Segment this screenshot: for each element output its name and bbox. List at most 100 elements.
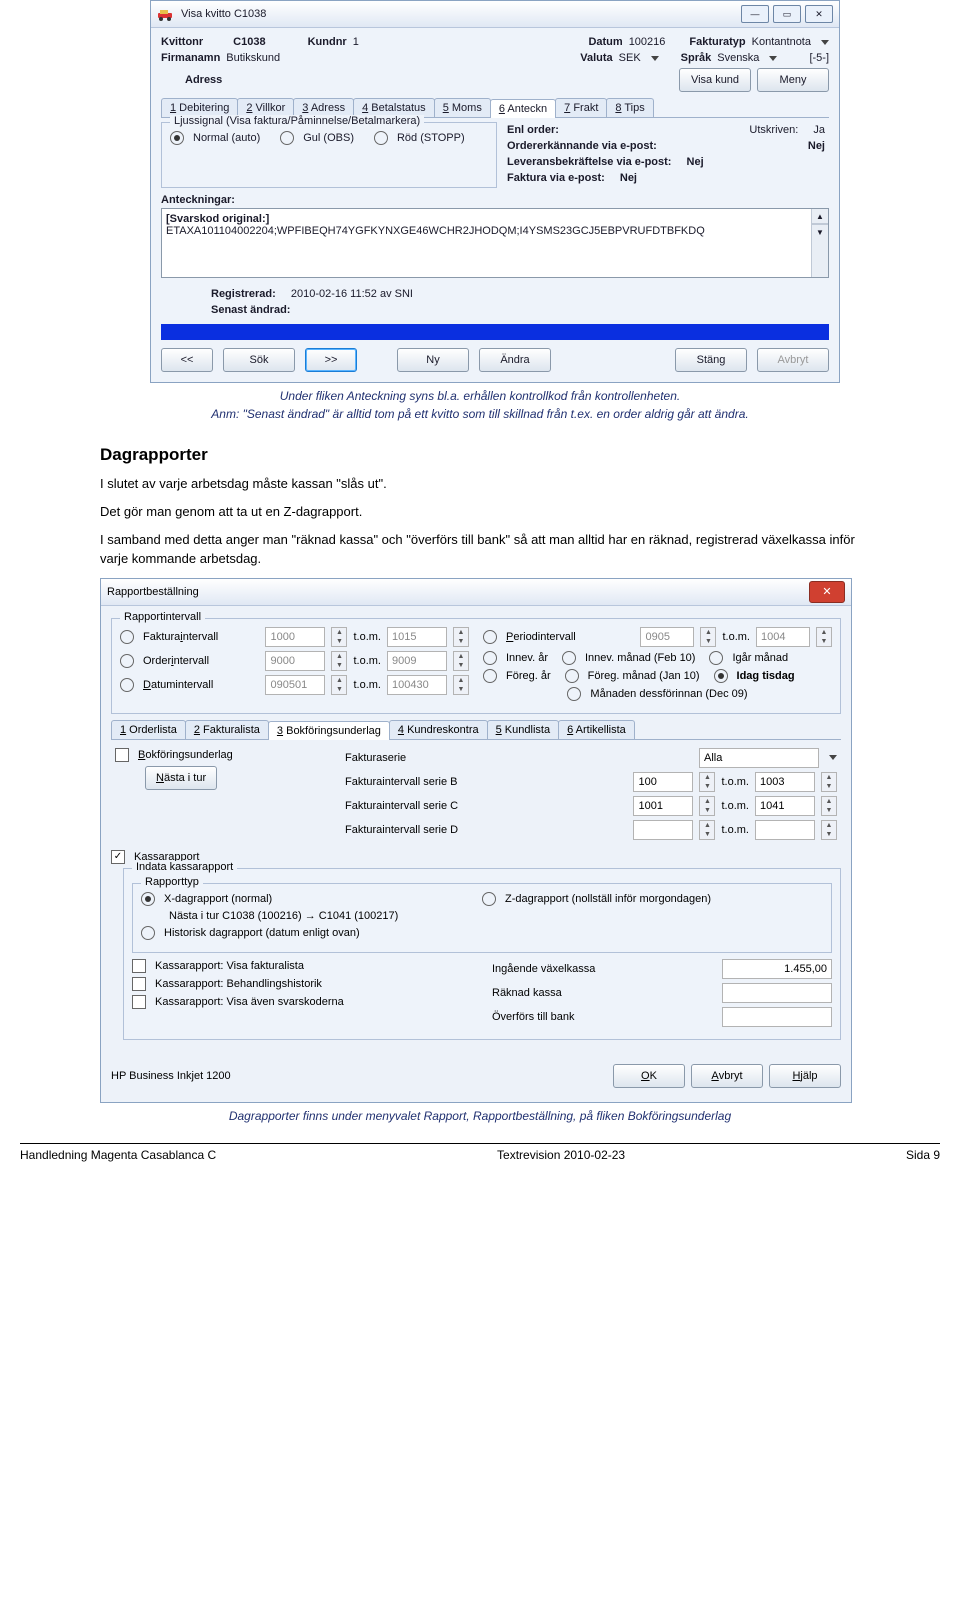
caption-1: Under fliken Anteckning syns bl.a. erhål… [80, 389, 880, 403]
stang-button[interactable]: Stäng [675, 348, 747, 372]
manad-dessforinnan-radio[interactable] [567, 687, 581, 701]
sprak-dropdown-icon[interactable] [769, 56, 777, 61]
spinner[interactable]: ▲▼ [331, 651, 347, 671]
valuta-dropdown-icon[interactable] [651, 56, 659, 61]
tab-moms[interactable]: 5 Moms [434, 98, 491, 117]
di-to[interactable]: 100430 [387, 675, 447, 695]
serie-c-to[interactable]: 1041 [755, 796, 815, 816]
foreg-manad-radio[interactable] [565, 669, 579, 683]
kundnr-value: 1 [353, 36, 359, 48]
historisk-radio[interactable] [141, 926, 155, 940]
ljus-radio-0[interactable] [170, 131, 184, 145]
pi-from[interactable]: 0905 [640, 627, 694, 647]
ljus-radio-1[interactable] [280, 131, 294, 145]
report-titlebar[interactable]: Rapportbeställning ✕ [101, 579, 851, 606]
sprak-label: Språk [681, 52, 712, 64]
report-tab-0[interactable]: 1 Orderlista [111, 720, 186, 739]
report-tab-5[interactable]: 6 Artikellista [558, 720, 635, 739]
hjalp-button[interactable]: Hjälp [769, 1064, 841, 1088]
behandlingshistorik-checkbox[interactable] [132, 977, 146, 991]
spinner[interactable]: ▲▼ [699, 772, 715, 792]
maximize-button[interactable]: ▭ [773, 5, 801, 23]
spinner[interactable]: ▲▼ [453, 627, 469, 647]
innev-ar-radio[interactable] [483, 651, 497, 665]
oi-to[interactable]: 9009 [387, 651, 447, 671]
next-button[interactable]: >> [305, 348, 357, 372]
utskriven-label: Utskriven: [749, 124, 798, 136]
raknad-kassa-value[interactable] [722, 983, 832, 1003]
report-tab-1[interactable]: 2 Fakturalista [185, 720, 269, 739]
di-from[interactable]: 090501 [265, 675, 325, 695]
spinner[interactable]: ▲▼ [453, 651, 469, 671]
serie-c-from[interactable]: 1001 [633, 796, 693, 816]
fi-to[interactable]: 1015 [387, 627, 447, 647]
visa-fakturalista-checkbox[interactable] [132, 959, 146, 973]
spinner[interactable]: ▲▼ [699, 796, 715, 816]
fakturatyp-dropdown-icon[interactable] [821, 40, 829, 45]
scroll-down-icon[interactable]: ▼ [812, 224, 828, 239]
spinner[interactable]: ▲▼ [699, 820, 715, 840]
paragraph-3: I samband med detta anger man "räknad ka… [100, 531, 860, 567]
scrollbar[interactable]: ▲▼ [811, 209, 828, 277]
serie-d-from[interactable] [633, 820, 693, 840]
ny-button[interactable]: Ny [397, 348, 469, 372]
serie-b-from[interactable]: 100 [633, 772, 693, 792]
spinner[interactable]: ▲▼ [816, 627, 832, 647]
spinner[interactable]: ▲▼ [331, 675, 347, 695]
spinner[interactable]: ▲▼ [821, 772, 837, 792]
serie-d-to[interactable] [755, 820, 815, 840]
spinner[interactable]: ▲▼ [821, 820, 837, 840]
visa-svarskoder-checkbox[interactable] [132, 995, 146, 1009]
fakturaintervall-radio[interactable] [120, 630, 134, 644]
z-dagrapport-radio[interactable] [482, 892, 496, 906]
enl-order-label: Enl order: [507, 124, 559, 136]
utskriven-value: Ja [813, 124, 825, 136]
report-tab-4[interactable]: 5 Kundlista [487, 720, 559, 739]
ok-button[interactable]: OK [613, 1064, 685, 1088]
foreg-ar-label: Föreg. år [506, 670, 551, 682]
serie-b-to[interactable]: 1003 [755, 772, 815, 792]
report-tab-3[interactable]: 4 Kundreskontra [389, 720, 488, 739]
visa-kund-button[interactable]: Visa kund [679, 68, 751, 92]
overfors-bank-value[interactable] [722, 1007, 832, 1027]
innev-manad-radio[interactable] [562, 651, 576, 665]
first-button[interactable]: << [161, 348, 213, 372]
x-dagrapport-radio[interactable] [141, 892, 155, 906]
minimize-button[interactable]: — [741, 5, 769, 23]
tab-anteckn[interactable]: 6 Anteckn [490, 99, 556, 118]
x-dagrapport-label: X-dagrapport (normal) [164, 893, 272, 905]
bokforingsunderlag-checkbox[interactable] [115, 748, 129, 762]
idag-radio[interactable] [714, 669, 728, 683]
spinner[interactable]: ▲▼ [821, 796, 837, 816]
kassarapport-checkbox[interactable] [111, 850, 125, 864]
sok-button[interactable]: Sök [223, 348, 295, 372]
fi-from[interactable]: 1000 [265, 627, 325, 647]
spinner[interactable]: ▲▼ [331, 627, 347, 647]
fakturaserie-dropdown-icon[interactable] [829, 755, 837, 760]
periodintervall-radio[interactable] [483, 630, 497, 644]
scroll-up-icon[interactable]: ▲ [812, 209, 828, 224]
fakturaserie-value[interactable]: Alla [699, 748, 819, 768]
igar-manad-radio[interactable] [709, 651, 723, 665]
oi-from[interactable]: 9000 [265, 651, 325, 671]
close-button[interactable]: ✕ [805, 5, 833, 23]
ingaende-vaxelkassa-value[interactable]: 1.455,00 [722, 959, 832, 979]
spinner[interactable]: ▲▼ [700, 627, 716, 647]
titlebar[interactable]: Visa kvitto C1038 — ▭ ✕ [151, 1, 839, 28]
andra-button[interactable]: Ändra [479, 348, 551, 372]
close-button[interactable]: ✕ [809, 581, 845, 603]
ljus-radio-2[interactable] [374, 131, 388, 145]
nasta-i-tur-button[interactable]: Nästa i tur [145, 766, 217, 790]
orderintervall-radio[interactable] [120, 654, 134, 668]
tab-frakt[interactable]: 7 Frakt [555, 98, 607, 117]
anteckningar-textarea[interactable]: [Svarskod original:] ETAXA101104002204;W… [161, 208, 829, 278]
foreg-ar-radio[interactable] [483, 669, 497, 683]
meny-button[interactable]: Meny [757, 68, 829, 92]
avbryt-button[interactable]: Avbryt [757, 348, 829, 372]
report-tab-2[interactable]: 3 Bokföringsunderlag [268, 721, 390, 740]
datumintervall-radio[interactable] [120, 678, 134, 692]
avbryt-button[interactable]: Avbryt [691, 1064, 763, 1088]
spinner[interactable]: ▲▼ [453, 675, 469, 695]
pi-to[interactable]: 1004 [756, 627, 810, 647]
tab-tips[interactable]: 8 Tips [606, 98, 653, 117]
